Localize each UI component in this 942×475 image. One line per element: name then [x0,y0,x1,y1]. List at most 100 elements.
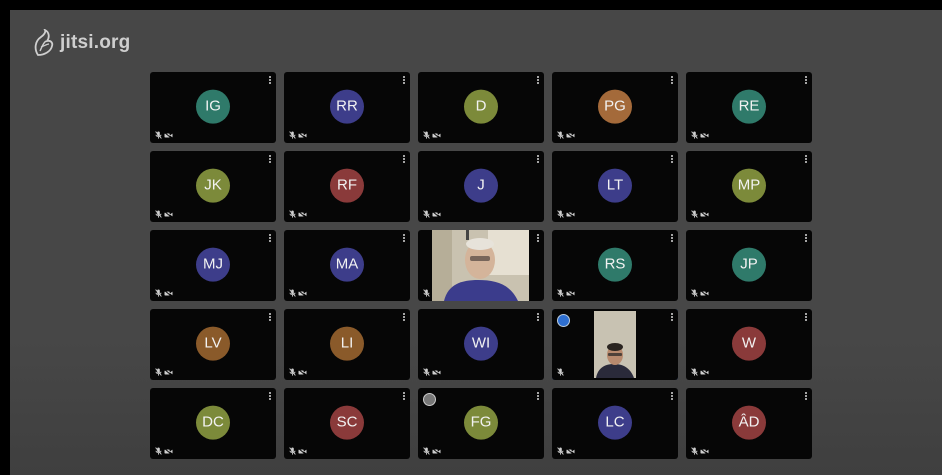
participant-tile[interactable]: J [418,151,544,222]
mic-muted-icon [423,210,430,218]
connection-indicator-icon[interactable] [423,393,436,406]
camera-muted-icon [432,210,441,218]
camera-muted-icon [298,368,307,376]
more-options-icon[interactable] [536,155,539,165]
more-options-icon[interactable] [402,234,405,244]
more-options-icon[interactable] [536,392,539,402]
mic-muted-icon [691,131,698,139]
camera-muted-icon [298,289,307,297]
tile-status-icons [423,131,441,139]
connection-indicator-icon[interactable] [557,314,570,327]
participant-avatar: FG [464,405,498,440]
more-options-icon[interactable] [536,313,539,323]
more-options-icon[interactable] [804,155,807,165]
participant-avatar: RF [330,168,364,203]
participant-avatar: JP [732,247,766,282]
participant-tile[interactable]: RR [284,72,410,143]
camera-muted-icon [432,447,441,455]
more-options-icon[interactable] [268,234,271,244]
participant-avatar: PG [598,89,632,124]
participant-tile[interactable]: IG [150,72,276,143]
participant-avatar: IG [196,89,230,124]
mic-muted-icon [557,368,564,376]
participant-tile[interactable]: MP [686,151,812,222]
more-options-icon[interactable] [670,392,673,402]
participant-tile[interactable]: MA [284,230,410,301]
more-options-icon[interactable] [804,234,807,244]
participant-avatar: RS [598,247,632,282]
participant-tile[interactable]: JK [150,151,276,222]
mic-muted-icon [423,368,430,376]
participant-tile[interactable]: PG [552,72,678,143]
mic-muted-icon [289,131,296,139]
mic-muted-icon [557,289,564,297]
more-options-icon[interactable] [536,234,539,244]
participant-tile[interactable]: JP [686,230,812,301]
camera-muted-icon [700,289,709,297]
participant-tile[interactable]: RE [686,72,812,143]
participant-tile[interactable]: DC [150,388,276,459]
participant-video [432,230,529,301]
camera-muted-icon [164,210,173,218]
more-options-icon[interactable] [670,76,673,86]
more-options-icon[interactable] [536,76,539,86]
participant-tile[interactable]: RF [284,151,410,222]
tile-status-icons [289,368,307,376]
more-options-icon[interactable] [268,155,271,165]
participant-video [552,309,678,380]
more-options-icon[interactable] [402,76,405,86]
tile-status-icons [557,289,575,297]
tile-status-icons [289,447,307,455]
participant-tile[interactable]: LC [552,388,678,459]
participant-avatar: W [732,326,766,361]
participant-tile[interactable]: FG [418,388,544,459]
more-options-icon[interactable] [402,313,405,323]
camera-muted-icon [566,210,575,218]
more-options-icon[interactable] [268,313,271,323]
more-options-icon[interactable] [268,392,271,402]
more-options-icon[interactable] [268,76,271,86]
more-options-icon[interactable] [402,392,405,402]
camera-muted-icon [432,368,441,376]
participant-tile[interactable]: LI [284,309,410,380]
participant-tile[interactable]: ÂD [686,388,812,459]
participant-tile[interactable]: RS [552,230,678,301]
mic-muted-icon [289,210,296,218]
tile-status-icons [691,289,709,297]
more-options-icon[interactable] [804,313,807,323]
participant-tile[interactable]: LV [150,309,276,380]
camera-muted-icon [700,210,709,218]
more-options-icon[interactable] [670,313,673,323]
camera-muted-icon [700,131,709,139]
more-options-icon[interactable] [670,234,673,244]
tile-status-icons [557,131,575,139]
participant-tile[interactable]: W [686,309,812,380]
participant-tile[interactable]: WI [418,309,544,380]
participant-avatar: MA [330,247,364,282]
mic-muted-icon [691,289,698,297]
active-speaker-video-tile[interactable] [552,309,678,380]
tile-status-icons [557,210,575,218]
tile-status-icons [423,210,441,218]
participant-tile[interactable]: MJ [150,230,276,301]
participant-tile[interactable]: SC [284,388,410,459]
camera-muted-icon [298,210,307,218]
camera-muted-icon [700,368,709,376]
participant-avatar: MJ [196,247,230,282]
tile-status-icons [155,131,173,139]
jitsi-logo[interactable]: jitsi.org [32,28,130,58]
camera-muted-icon [566,289,575,297]
participant-avatar: LT [598,168,632,203]
participant-tile[interactable]: LT [552,151,678,222]
participant-tile[interactable]: D [418,72,544,143]
more-options-icon[interactable] [402,155,405,165]
more-options-icon[interactable] [670,155,673,165]
mic-muted-icon [155,447,162,455]
tile-status-icons [155,289,173,297]
more-options-icon[interactable] [804,76,807,86]
participant-avatar: J [464,168,498,203]
camera-muted-icon [566,447,575,455]
more-options-icon[interactable] [804,392,807,402]
camera-muted-icon [566,131,575,139]
participant-video-tile[interactable] [418,230,544,301]
